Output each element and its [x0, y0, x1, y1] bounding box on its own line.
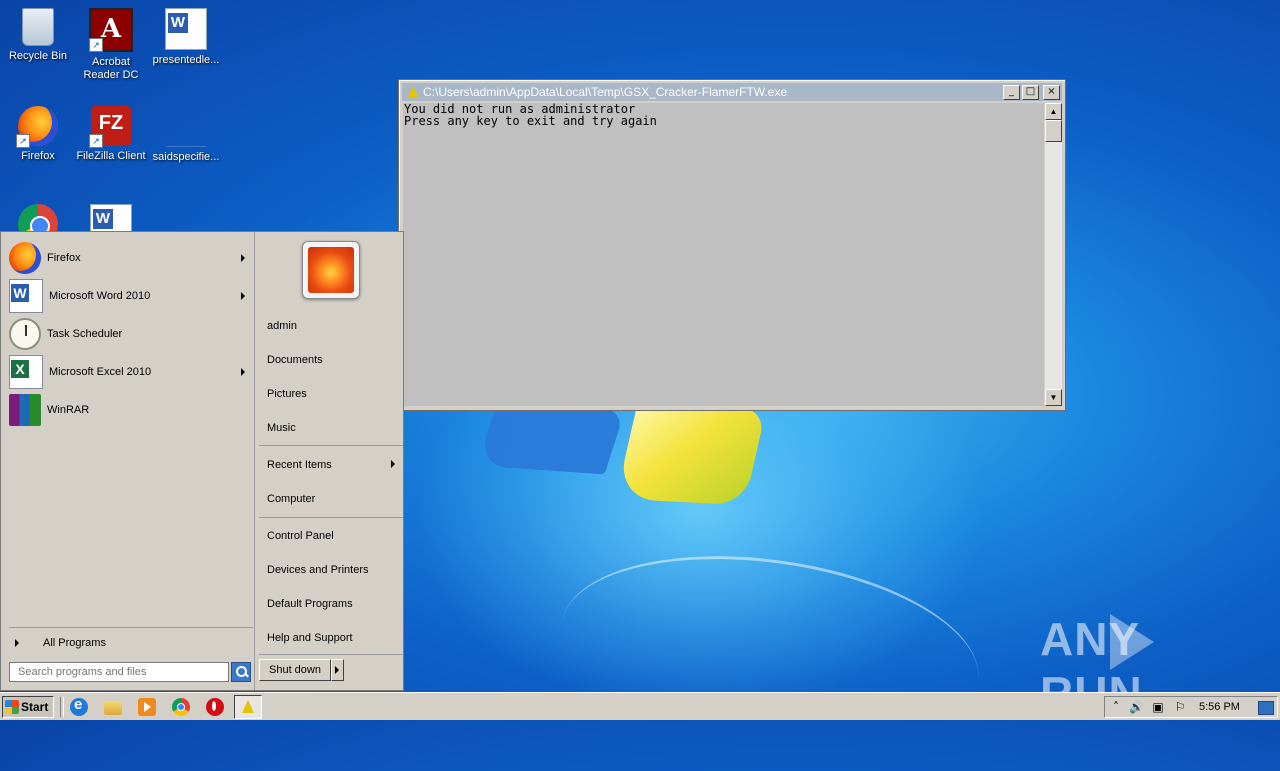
- show-desktop-button[interactable]: [1258, 701, 1274, 715]
- start-menu-pictures[interactable]: Pictures: [267, 388, 307, 400]
- word-document-icon: [165, 8, 207, 50]
- start-menu-recent-items[interactable]: Recent Items: [267, 459, 332, 471]
- volume-icon[interactable]: 🔊: [1129, 700, 1144, 714]
- start-button[interactable]: Start: [2, 696, 54, 718]
- program-label: Microsoft Word 2010: [49, 290, 151, 302]
- desktop-icon-saidspecifie[interactable]: saidspecifie...: [148, 106, 224, 164]
- start-menu-programs-pane: Firefox Microsoft Word 2010 Task Schedul…: [3, 234, 253, 688]
- start-menu-item-task-scheduler[interactable]: Task Scheduler: [9, 316, 253, 352]
- console-output[interactable]: You did not run as administrator Press a…: [403, 103, 1044, 406]
- maximize-button[interactable]: □: [1022, 85, 1039, 100]
- divider: [259, 654, 403, 655]
- internet-explorer-icon[interactable]: [70, 696, 88, 716]
- file-icon: [166, 106, 206, 147]
- minimize-button[interactable]: _: [1003, 85, 1020, 100]
- start-menu-default-programs[interactable]: Default Programs: [267, 598, 353, 610]
- start-menu-item-word[interactable]: Microsoft Word 2010: [9, 278, 253, 314]
- desktop-icon-label: FileZilla Client: [76, 150, 146, 162]
- console-title-bar[interactable]: C:\Users\admin\AppData\Local\Temp\GSX_Cr…: [402, 83, 1062, 101]
- console-line: Press any key to exit and try again: [404, 114, 657, 128]
- start-menu-item-winrar[interactable]: WinRAR: [9, 392, 253, 428]
- start-menu-music[interactable]: Music: [267, 422, 296, 434]
- opera-icon[interactable]: [206, 698, 224, 716]
- start-menu-control-panel[interactable]: Control Panel: [267, 530, 334, 542]
- winrar-icon: [9, 394, 41, 426]
- search-input[interactable]: [9, 662, 229, 682]
- search-icon[interactable]: [231, 662, 251, 682]
- start-menu-help-support[interactable]: Help and Support: [267, 632, 353, 644]
- submenu-arrow-icon: [241, 254, 245, 262]
- desktop-icon-label: presentedle...: [152, 54, 220, 66]
- wallpaper-logo-yellow: [615, 402, 767, 506]
- console-window[interactable]: C:\Users\admin\AppData\Local\Temp\GSX_Cr…: [398, 79, 1066, 411]
- submenu-arrow-icon: [241, 292, 245, 300]
- excel-icon: [9, 355, 43, 389]
- desktop-icon-label: Acrobat Reader DC: [83, 56, 139, 81]
- show-hidden-icons-icon[interactable]: ˄: [1109, 700, 1123, 714]
- network-icon[interactable]: ▣: [1151, 700, 1165, 714]
- windows-logo-icon: [5, 700, 19, 714]
- desktop-icon-presentedle[interactable]: presentedle...: [148, 8, 224, 67]
- start-menu-devices-printers[interactable]: Devices and Printers: [267, 564, 369, 576]
- action-center-flag-icon[interactable]: ⚐: [1173, 700, 1187, 714]
- acrobat-icon: ↗: [89, 8, 133, 52]
- user-avatar[interactable]: [302, 241, 360, 299]
- all-programs-button[interactable]: All Programs: [13, 634, 251, 652]
- submenu-arrow-icon: [241, 368, 245, 376]
- console-title: C:\Users\admin\AppData\Local\Temp\GSX_Cr…: [423, 85, 788, 99]
- media-player-icon[interactable]: [138, 698, 156, 716]
- divider: [259, 517, 403, 518]
- recycle-bin-icon: [22, 8, 54, 46]
- desktop-icon-filezilla[interactable]: ↗ FileZilla Client: [73, 106, 149, 163]
- program-label: Task Scheduler: [47, 328, 123, 340]
- shutdown-options-button[interactable]: [331, 659, 344, 681]
- start-menu-user[interactable]: admin: [267, 320, 297, 332]
- chrome-icon[interactable]: [172, 698, 190, 716]
- close-button[interactable]: ×: [1043, 85, 1060, 100]
- taskbar-console-button[interactable]: [234, 695, 262, 719]
- warning-app-icon: [406, 85, 420, 99]
- divider: [60, 697, 64, 717]
- taskbar: Start ˄ 🔊 ▣ ⚐ 5:56 PM: [0, 692, 1280, 720]
- start-menu-documents[interactable]: Documents: [267, 354, 323, 366]
- all-programs-label: All Programs: [43, 637, 106, 649]
- firefox-icon: [9, 242, 41, 274]
- play-icon: [1110, 614, 1154, 670]
- program-label: Microsoft Excel 2010: [49, 366, 152, 378]
- wallpaper-logo-blue: [477, 401, 625, 475]
- expand-arrow-icon: [15, 639, 19, 647]
- desktop-icon-acrobat[interactable]: ↗ Acrobat Reader DC: [73, 8, 149, 82]
- scroll-thumb[interactable]: [1045, 120, 1062, 142]
- submenu-arrow-icon: [391, 460, 395, 468]
- folder-icon[interactable]: [104, 701, 122, 715]
- start-menu-computer[interactable]: Computer: [267, 493, 315, 505]
- start-menu-item-firefox[interactable]: Firefox: [9, 240, 253, 276]
- desktop-icon-firefox[interactable]: ↗ Firefox: [0, 106, 76, 163]
- firefox-icon: ↗: [16, 106, 58, 148]
- scroll-down-button[interactable]: ▼: [1045, 389, 1062, 406]
- desktop-icon-label: Firefox: [21, 150, 55, 162]
- divider: [9, 627, 253, 628]
- console-scrollbar[interactable]: ▲ ▼: [1045, 103, 1062, 406]
- program-label: WinRAR: [47, 404, 90, 416]
- divider: [254, 232, 255, 690]
- program-label: Firefox: [47, 252, 81, 264]
- start-menu: Firefox Microsoft Word 2010 Task Schedul…: [0, 231, 404, 691]
- desktop-icon-label: saidspecifie...: [152, 151, 220, 163]
- clock[interactable]: 5:56 PM: [1199, 701, 1240, 713]
- desktop-icon-recycle-bin[interactable]: Recycle Bin: [0, 8, 76, 63]
- desktop-icon-label: Recycle Bin: [8, 50, 68, 62]
- clock-icon: [9, 318, 41, 350]
- start-label: Start: [21, 700, 49, 714]
- shutdown-button[interactable]: Shut down: [259, 659, 331, 681]
- start-menu-item-excel[interactable]: Microsoft Excel 2010: [9, 354, 253, 390]
- system-tray: ˄ 🔊 ▣ ⚐ 5:56 PM: [1104, 696, 1278, 718]
- scroll-up-button[interactable]: ▲: [1045, 103, 1062, 120]
- word-icon: [9, 279, 43, 313]
- divider: [259, 445, 403, 446]
- filezilla-icon: ↗: [89, 106, 131, 148]
